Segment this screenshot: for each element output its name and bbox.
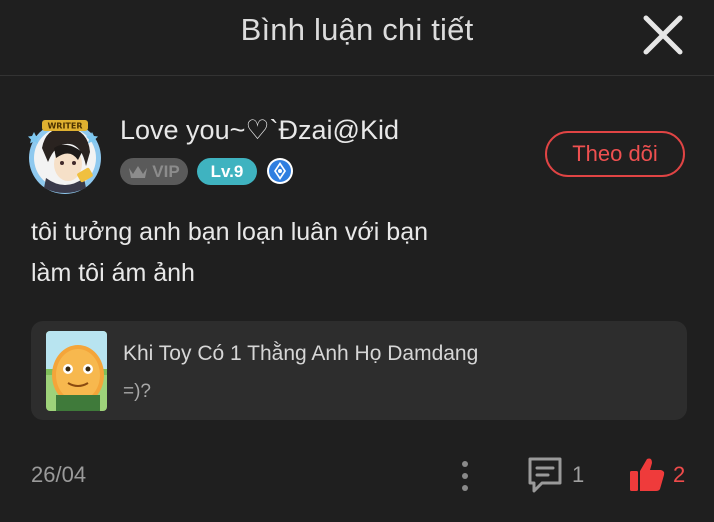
comment-line: tôi tưởng anh bạn loạn luân với bạn	[31, 218, 429, 246]
reply-count: 1	[572, 462, 585, 487]
svg-text:WRITER: WRITER	[47, 122, 82, 131]
header-bar: Bình luận chi tiết	[0, 0, 714, 76]
like-button[interactable]	[628, 455, 666, 495]
vip-label: VIP	[152, 161, 180, 181]
more-vertical-icon	[462, 461, 468, 491]
comment-icon	[528, 457, 562, 493]
close-icon	[643, 15, 683, 55]
follow-button[interactable]: Theo dõi	[545, 131, 685, 177]
close-button[interactable]	[640, 12, 686, 58]
story-subtitle: =)?	[123, 381, 151, 402]
avatar-image: WRITER	[28, 120, 101, 194]
rank-badge-icon	[266, 157, 294, 185]
like-count: 2	[673, 462, 686, 487]
page-title: Bình luận chi tiết	[240, 12, 474, 47]
story-thumbnail	[46, 331, 107, 411]
comment-date: 26/04	[31, 462, 87, 487]
more-options-button[interactable]	[452, 458, 478, 494]
story-title: Khi Toy Có 1 Thằng Anh Họ Damdang	[123, 342, 479, 365]
crown-icon	[129, 165, 148, 178]
avatar[interactable]: WRITER	[26, 118, 104, 196]
vip-badge: VIP	[120, 158, 188, 185]
username[interactable]: Love you~♡`Đzai@Kid	[120, 115, 399, 146]
level-badge: Lv.9	[197, 158, 257, 185]
comment-line: làm tôi ám ảnh	[31, 259, 195, 287]
thumbs-up-icon	[630, 458, 665, 491]
comment-body: tôi tưởng anh bạn loạn luân với bạn làm …	[31, 212, 671, 294]
referenced-story-card[interactable]: Khi Toy Có 1 Thằng Anh Họ Damdang =)?	[31, 321, 687, 420]
reply-button[interactable]	[526, 455, 564, 495]
